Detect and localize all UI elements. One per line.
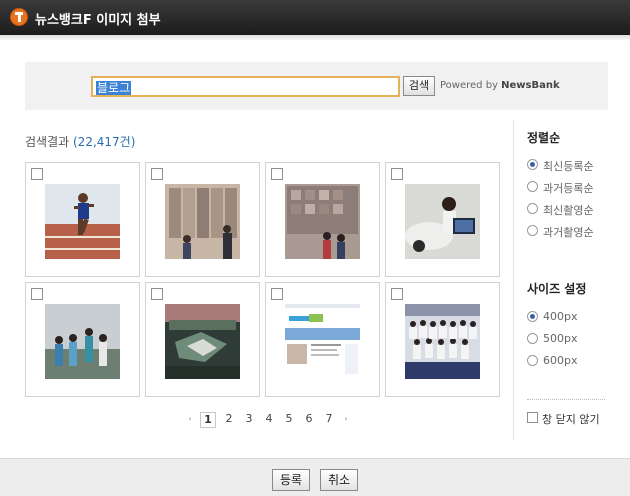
- sidebar-divider: [513, 120, 514, 440]
- result-count: (22,417건): [73, 135, 136, 149]
- page-5-link[interactable]: 5: [282, 412, 296, 426]
- radio-button[interactable]: [527, 159, 538, 170]
- result-label-text: 검색결과: [25, 135, 70, 149]
- window-title: 뉴스뱅크F 이미지 첨부: [35, 13, 161, 28]
- next-page-button[interactable]: ›: [342, 412, 350, 426]
- title-bar: 뉴스뱅크F 이미지 첨부: [0, 0, 630, 35]
- image-thumb-8[interactable]: [385, 282, 500, 397]
- radio-button[interactable]: [527, 225, 538, 236]
- page-7-link[interactable]: 7: [322, 412, 336, 426]
- sort-option-label: 최신촬영순: [543, 204, 594, 217]
- size-heading: 사이즈 설정: [527, 282, 587, 296]
- image-thumb-5[interactable]: [25, 282, 140, 397]
- cancel-button[interactable]: 취소: [320, 469, 358, 491]
- image-checkbox[interactable]: [391, 168, 403, 180]
- radio-button[interactable]: [527, 181, 538, 192]
- car-tablet-model-photo[interactable]: [405, 184, 480, 259]
- team-group-photo[interactable]: [405, 304, 480, 379]
- image-thumb-4[interactable]: [385, 162, 500, 277]
- size-option-label: 400px: [543, 310, 578, 323]
- image-checkbox[interactable]: [391, 288, 403, 300]
- keep-open-checkbox[interactable]: [527, 412, 538, 423]
- image-checkbox[interactable]: [271, 288, 283, 300]
- keep-open-label: 창 닫지 않기: [542, 413, 600, 426]
- image-checkbox[interactable]: [151, 288, 163, 300]
- radio-button[interactable]: [527, 203, 538, 214]
- page-4-link[interactable]: 4: [262, 412, 276, 426]
- powered-brand: NewsBank: [501, 80, 560, 91]
- runner-photo[interactable]: [45, 184, 120, 259]
- radio-button[interactable]: [527, 333, 538, 344]
- submit-button[interactable]: 등록: [272, 469, 310, 491]
- sort-heading: 정렬순: [527, 131, 561, 145]
- image-checkbox[interactable]: [151, 168, 163, 180]
- radio-button[interactable]: [527, 355, 538, 366]
- photo-wall-visitors-photo[interactable]: [285, 184, 360, 259]
- powered-by: Powered by NewsBank: [440, 80, 560, 91]
- image-checkbox[interactable]: [271, 168, 283, 180]
- newsbank-logo-icon: [10, 8, 28, 26]
- footer-bar: 등록 취소: [0, 458, 630, 496]
- page-2-link[interactable]: 2: [222, 412, 236, 426]
- size-option-label: 600px: [543, 354, 578, 367]
- page-3-link[interactable]: 3: [242, 412, 256, 426]
- result-count-label: 검색결과 (22,417건): [25, 133, 135, 150]
- size-option-label: 500px: [543, 332, 578, 345]
- image-thumb-3[interactable]: [265, 162, 380, 277]
- website-screenshot-photo[interactable]: [285, 304, 360, 379]
- image-thumb-2[interactable]: [145, 162, 260, 277]
- search-query-text: 블로그: [96, 81, 132, 95]
- search-panel: 블로그 검색 Powered by NewsBank: [25, 62, 608, 110]
- group-outdoors-photo[interactable]: [45, 304, 120, 379]
- page-6-link[interactable]: 6: [302, 412, 316, 426]
- image-thumb-6[interactable]: [145, 282, 260, 397]
- sort-option-label: 과거촬영순: [543, 226, 594, 239]
- page-1-link[interactable]: 1: [200, 412, 216, 428]
- powered-prefix: Powered by: [440, 80, 498, 91]
- sort-option-label: 과거등록순: [543, 182, 594, 195]
- image-thumb-7[interactable]: [265, 282, 380, 397]
- sidebar-separator: [527, 399, 605, 400]
- image-checkbox[interactable]: [31, 288, 43, 300]
- radio-button[interactable]: [527, 311, 538, 322]
- photo-wall-crowd-photo[interactable]: [165, 184, 240, 259]
- sort-option-label: 최신등록순: [543, 160, 594, 173]
- title-shadow: [0, 35, 630, 41]
- image-thumb-1[interactable]: [25, 162, 140, 277]
- image-checkbox[interactable]: [31, 168, 43, 180]
- prev-page-button[interactable]: ‹: [186, 412, 194, 426]
- search-button[interactable]: 검색: [403, 76, 435, 96]
- aerial-model-photo[interactable]: [165, 304, 240, 379]
- search-input[interactable]: 블로그: [91, 76, 400, 97]
